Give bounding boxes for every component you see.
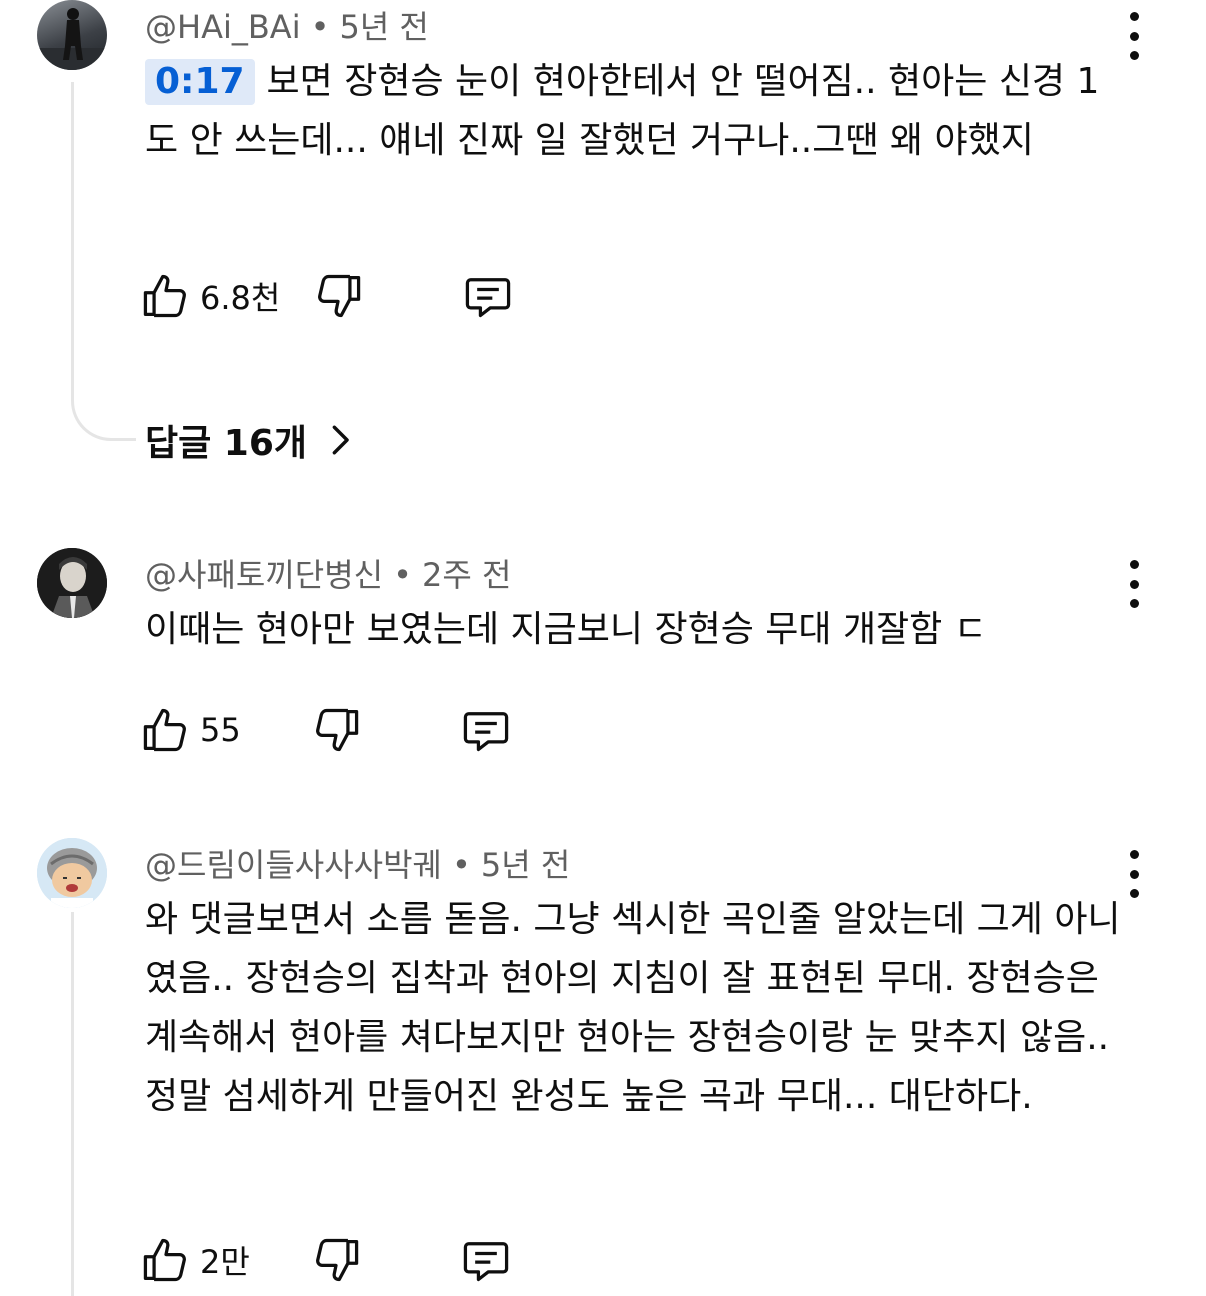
reply-button[interactable] <box>460 1232 512 1288</box>
comment-text: 와 댓글보면서 소름 돋음. 그냥 섹시한 곡인줄 알았는데 그게 아니였음..… <box>145 890 1130 1126</box>
author-handle[interactable]: @HAi_BAi <box>145 8 301 46</box>
comment-text: 이때는 현아만 보였는데 지금보니 장현승 무대 개잘함 ㄷ <box>145 600 1130 659</box>
like-count: 2만 <box>200 1243 250 1281</box>
comment-meta: @HAi_BAi • 5년 전 <box>145 2 429 48</box>
thumb-down-icon <box>316 708 359 752</box>
avatar[interactable] <box>37 548 107 618</box>
comment-icon <box>465 278 511 318</box>
comment-icon <box>463 1242 509 1282</box>
more-vert-icon <box>1129 850 1139 859</box>
author-handle[interactable]: @사패토끼단병신 <box>145 556 383 594</box>
like-button[interactable]: 2만 <box>140 1232 250 1288</box>
avatar-image <box>37 838 107 908</box>
avatar-image <box>37 8 107 70</box>
thumb-up-icon <box>143 1238 186 1282</box>
comment-meta: @드림이들사사사박궤 • 5년 전 <box>145 840 570 886</box>
avatar-image <box>37 548 107 618</box>
comment-1: @HAi_BAi • 5년 전 0:17 보면 장현승 눈이 현아한테서 안 떨어짐.… <box>0 0 1206 480</box>
meta-separator: • <box>310 8 330 46</box>
reply-button[interactable] <box>462 268 514 324</box>
like-button[interactable]: 6.8천 <box>140 268 280 324</box>
like-button[interactable]: 55 <box>140 702 241 758</box>
more-vert-icon <box>1129 560 1139 569</box>
thread-curve <box>71 398 136 441</box>
comment-text-content: 보면 장현승 눈이 현아한테서 안 떨어짐.. 현아는 신경 1도 안 쓰는데.… <box>145 61 1100 161</box>
comment-icon <box>463 712 509 752</box>
like-count: 6.8천 <box>200 279 281 317</box>
author-handle[interactable]: @드림이들사사사박궤 <box>145 846 442 884</box>
comment-meta: @사패토끼단병신 • 2주 전 <box>145 550 511 596</box>
dislike-button[interactable] <box>312 268 364 324</box>
thumb-down-icon <box>316 1238 359 1282</box>
comment-2: @사패토끼단병신 • 2주 전 이때는 현아만 보였는데 지금보니 장현승 무대 개… <box>0 546 1206 776</box>
comment-time[interactable]: 5년 전 <box>481 846 570 884</box>
comment-actions: 6.8천 <box>140 268 560 324</box>
comment-text-content: 이때는 현아만 보였는데 지금보니 장현승 무대 개잘함 ㄷ <box>145 609 987 650</box>
comment-text: 0:17 보면 장현승 눈이 현아한테서 안 떨어짐.. 현아는 신경 1도 안 … <box>145 52 1130 170</box>
more-vert-icon <box>1129 12 1139 21</box>
replies-label: 답글 16개 <box>145 423 307 464</box>
comment-time[interactable]: 2주 전 <box>422 556 511 594</box>
avatar[interactable] <box>37 838 107 908</box>
comment-time[interactable]: 5년 전 <box>339 8 428 46</box>
comment-actions: 55 <box>140 702 560 758</box>
meta-separator: • <box>393 556 412 594</box>
meta-separator: • <box>451 846 471 884</box>
thread-line <box>71 82 74 400</box>
comment-3: @드림이들사사사박궤 • 5년 전 와 댓글보면서 소름 돋음. 그냥 섹시한 곡인… <box>0 836 1206 1296</box>
comment-actions: 2만 <box>140 1232 560 1288</box>
avatar[interactable] <box>37 0 107 70</box>
comment-text-content: 와 댓글보면서 소름 돋음. 그냥 섹시한 곡인줄 알았는데 그게 아니였음..… <box>145 899 1121 1117</box>
replies-button[interactable]: 답글 16개 <box>145 412 357 468</box>
chevron-right-icon <box>332 425 349 455</box>
thumb-up-icon <box>143 274 186 318</box>
like-count: 55 <box>200 711 241 749</box>
thumb-up-icon <box>143 708 186 752</box>
dislike-button[interactable] <box>310 702 362 758</box>
thread-line <box>71 912 74 1296</box>
reply-button[interactable] <box>460 702 512 758</box>
dislike-button[interactable] <box>310 1232 362 1288</box>
timestamp-link[interactable]: 0:17 <box>145 59 255 105</box>
thumb-down-icon <box>318 274 361 318</box>
